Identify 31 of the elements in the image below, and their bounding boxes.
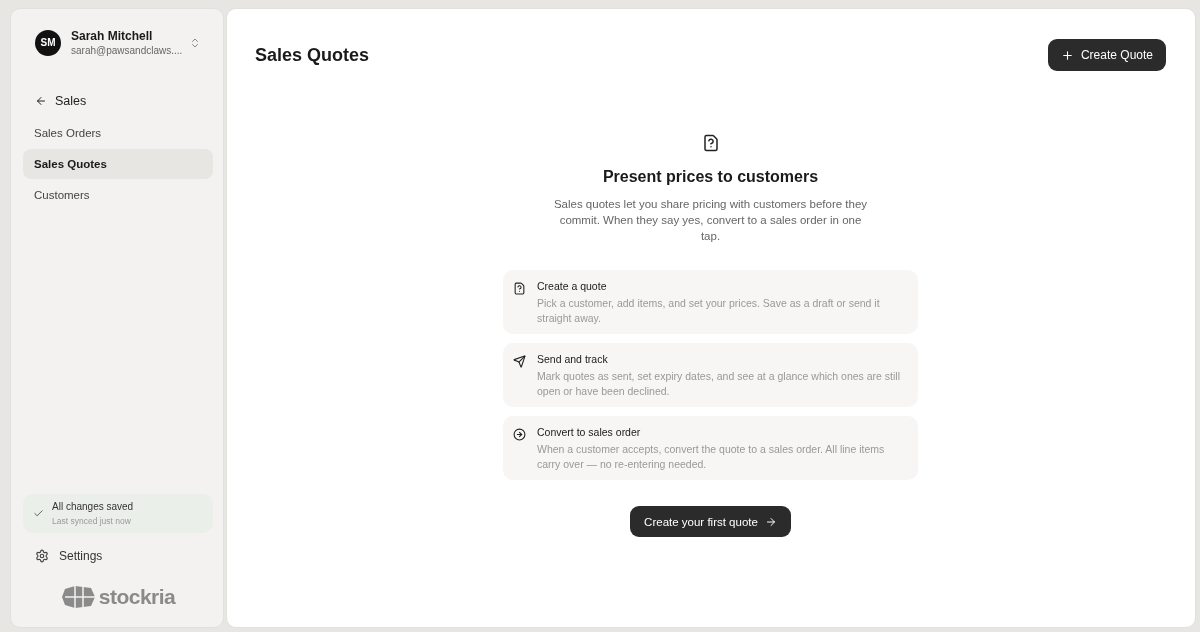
sync-title: All changes saved bbox=[52, 501, 134, 512]
file-question-icon bbox=[701, 134, 720, 152]
file-question-icon bbox=[513, 282, 526, 295]
page-title: Sales Quotes bbox=[255, 44, 370, 66]
empty-state-description: Sales quotes let you share pricing with customers before they commit. When they say yes, convert to a sales order in one tap. bbox=[552, 197, 869, 244]
empty-state-title: Present prices to customers bbox=[602, 168, 819, 186]
nav-item[interactable]: Sales Quotes bbox=[23, 149, 213, 179]
chevrons-icon[interactable] bbox=[189, 36, 201, 49]
back-link[interactable]: Sales bbox=[35, 94, 213, 108]
paper-plane-icon bbox=[513, 355, 526, 368]
sync-subtitle: Last synced just now bbox=[52, 516, 132, 526]
feature-title: Send and track bbox=[537, 353, 609, 365]
feature-title: Create a quote bbox=[537, 280, 608, 292]
nav-item[interactable]: Customers bbox=[23, 180, 213, 210]
back-arrow-icon bbox=[35, 95, 47, 107]
plus-icon bbox=[1060, 48, 1074, 62]
feature-description: Pick a customer, add items, and set your prices. Save as a draft or send it straight away. bbox=[537, 296, 881, 325]
feature-description: Mark quotes as sent, set expiry dates, and see at a glance which ones are still open or have been declined. bbox=[537, 369, 902, 398]
create-first-quote-button[interactable]: Create your first quote bbox=[630, 506, 791, 537]
feature-description: When a customer accepts, convert the quote to a sales order. All line items carry over — no re-entering needed. bbox=[537, 442, 886, 471]
settings-link[interactable]: Settings bbox=[35, 549, 213, 563]
logo-text: stockria bbox=[98, 585, 176, 609]
user-name: Sarah Mitchell bbox=[71, 29, 154, 43]
create-quote-button[interactable]: Create Quote bbox=[1047, 39, 1166, 71]
arrow-right-icon bbox=[764, 515, 777, 528]
user-avatar: SM bbox=[35, 29, 61, 56]
logo-icon bbox=[60, 585, 97, 609]
check-icon bbox=[33, 508, 44, 519]
feature-title: Convert to sales order bbox=[537, 426, 642, 438]
nav-item[interactable]: Sales Orders bbox=[23, 118, 213, 148]
settings-icon bbox=[35, 549, 49, 563]
